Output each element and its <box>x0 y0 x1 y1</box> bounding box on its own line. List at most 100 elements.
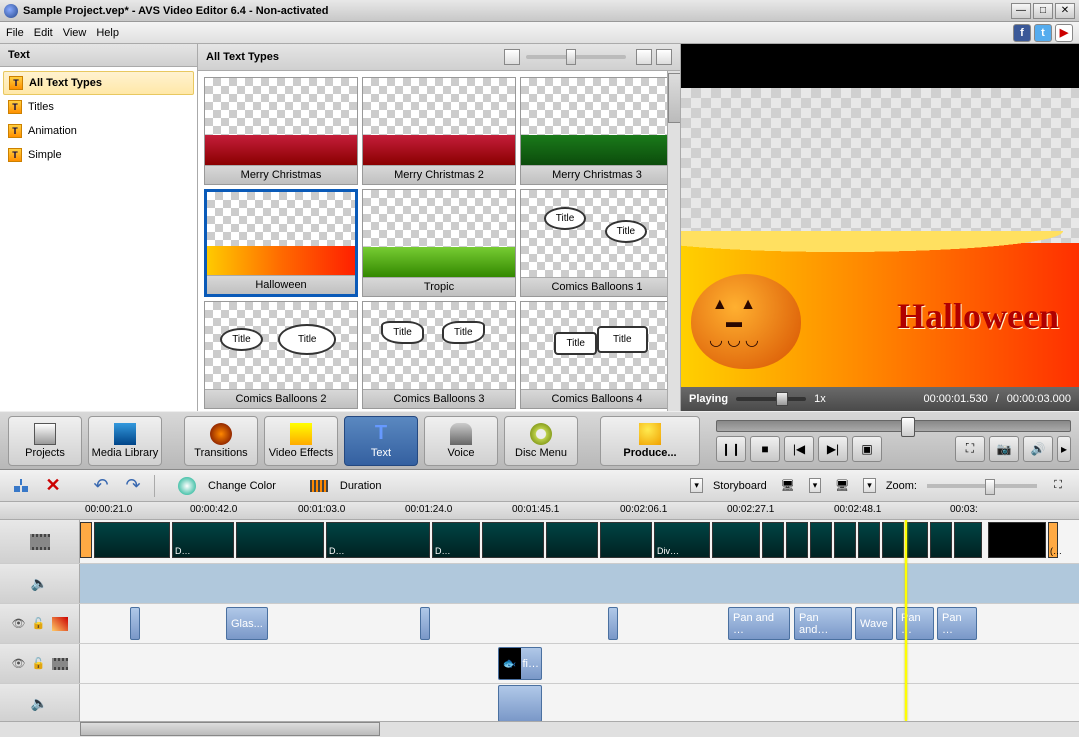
thumb-small-button[interactable] <box>504 49 520 65</box>
media-library-button[interactable]: Media Library <box>88 416 162 466</box>
pumpkin-icon <box>691 274 801 369</box>
fit-button[interactable]: ⛶ <box>1047 475 1069 497</box>
view-mode-dropdown[interactable]: ▾ <box>690 478 703 493</box>
category-simple[interactable]: TSimple <box>0 143 197 167</box>
voice-button[interactable]: Voice <box>424 416 498 466</box>
change-color-label[interactable]: Change Color <box>208 480 276 492</box>
overlay-icon <box>52 658 68 670</box>
zoom-slider[interactable] <box>927 484 1037 488</box>
volume-menu-button[interactable]: ▸ <box>1057 436 1071 462</box>
minimize-button[interactable]: — <box>1011 3 1031 19</box>
preview-device-dropdown[interactable]: ▾ <box>809 478 822 493</box>
transitions-button[interactable]: Transitions <box>184 416 258 466</box>
thumb-tropic[interactable]: Tropic <box>362 189 516 297</box>
mute-button[interactable]: 🔊 <box>1023 436 1053 462</box>
category-animation[interactable]: TAnimation <box>0 119 197 143</box>
lock-icon[interactable]: 🔓 <box>32 617 46 631</box>
thumb-comics-3[interactable]: TitleTitleComics Balloons 3 <box>362 301 516 409</box>
thumb-list-button[interactable] <box>656 49 672 65</box>
thumb-comics-4[interactable]: TitleTitle Comics Balloons 4 <box>520 301 674 409</box>
fullscreen-button[interactable]: ⛶ <box>955 436 985 462</box>
facebook-icon[interactable]: f <box>1013 24 1031 42</box>
category-label: Simple <box>28 149 62 161</box>
menu-file[interactable]: File <box>6 27 24 39</box>
duration-label[interactable]: Duration <box>340 480 382 492</box>
mark-button[interactable]: ▣ <box>852 436 882 462</box>
speaker-icon: 🔈 <box>31 695 48 712</box>
split-button[interactable] <box>10 475 32 497</box>
thumb-label: Comics Balloons 1 <box>521 277 673 296</box>
eye-icon[interactable]: 👁 <box>12 617 26 631</box>
preview-panel: Halloween Playing 1x 00:00:01.530 / 00:0… <box>681 44 1079 411</box>
thumb-comics-2[interactable]: TitleTitleComics Balloons 2 <box>204 301 358 409</box>
twitter-icon[interactable]: t <box>1034 24 1052 42</box>
titlebar: Sample Project.vep* - AVS Video Editor 6… <box>0 0 1079 22</box>
category-label: Titles <box>28 101 54 113</box>
monitor-button[interactable]: 🖥 <box>831 475 853 497</box>
preview-speed-slider[interactable] <box>736 397 806 401</box>
bubble-icon: Title <box>597 326 648 353</box>
thumb-zoom-slider[interactable] <box>526 55 626 59</box>
preview-device-button[interactable]: 🖥 <box>777 475 799 497</box>
preview-overlay-text: Halloween <box>897 295 1059 337</box>
prev-button[interactable]: |◀ <box>784 436 814 462</box>
thumb-halloween[interactable]: Halloween <box>204 189 358 297</box>
bubble-icon: Title <box>278 324 337 355</box>
seek-slider[interactable] <box>716 420 1071 432</box>
projects-button[interactable]: Projects <box>8 416 82 466</box>
video-track: D… D… D… Div… (… <box>0 520 1079 564</box>
text-button[interactable]: TText <box>344 416 418 466</box>
thumb-comics-1[interactable]: TitleTitleComics Balloons 1 <box>520 189 674 297</box>
menu-edit[interactable]: Edit <box>34 27 53 39</box>
youtube-icon[interactable]: ▶ <box>1055 24 1073 42</box>
audio-track: 🔈 <box>0 564 1079 604</box>
speaker-icon: 🔈 <box>31 575 48 592</box>
preview-letterbox <box>681 44 1079 88</box>
produce-button[interactable]: Produce... <box>600 416 700 466</box>
effects-track-body[interactable]: Glas... Pan and … Pan and… Wave Pan … Pa… <box>80 604 1079 643</box>
video-track-body[interactable]: D… D… D… Div… (… <box>80 520 1079 563</box>
thumb-merry-christmas-2[interactable]: Merry Christmas 2 <box>362 77 516 185</box>
undo-button[interactable]: ↶ <box>90 475 112 497</box>
library-panel: All Text Types Merry Christmas Merry Chr… <box>198 44 681 411</box>
thumb-merry-christmas[interactable]: Merry Christmas <box>204 77 358 185</box>
audio-track-body[interactable] <box>80 564 1079 603</box>
thumb-merry-christmas-3[interactable]: Merry Christmas 3 <box>520 77 674 185</box>
produce-icon <box>639 423 661 445</box>
overlay-track-body[interactable]: 🐟fi… <box>80 644 1079 683</box>
close-button[interactable]: ✕ <box>1055 3 1075 19</box>
delete-button[interactable]: ✕ <box>42 475 64 497</box>
thumb-label: Tropic <box>363 277 515 296</box>
category-titles[interactable]: T Titles <box>0 95 197 119</box>
overlay-audio-body[interactable] <box>80 684 1079 721</box>
menu-view[interactable]: View <box>63 27 87 39</box>
disc-menu-button[interactable]: Disc Menu <box>504 416 578 466</box>
preview-display[interactable]: Halloween <box>681 88 1079 387</box>
video-effects-button[interactable]: Video Effects <box>264 416 338 466</box>
stop-button[interactable]: ■ <box>750 436 780 462</box>
timeline-scrollbar[interactable] <box>0 721 1079 737</box>
duration-button[interactable] <box>308 475 330 497</box>
main-toolbar: Projects Media Library Transitions Video… <box>0 411 1079 470</box>
maximize-button[interactable]: □ <box>1033 3 1053 19</box>
change-color-button[interactable] <box>176 475 198 497</box>
snapshot-button[interactable]: 📷 <box>989 436 1019 462</box>
redo-button[interactable]: ↷ <box>122 475 144 497</box>
library-scrollbar[interactable] <box>667 71 680 411</box>
lock-icon[interactable]: 🔓 <box>32 657 46 671</box>
category-all-text-types[interactable]: TAll Text Types <box>3 71 194 95</box>
next-button[interactable]: ▶| <box>818 436 848 462</box>
thumb-large-button[interactable] <box>636 49 652 65</box>
thumb-label: Comics Balloons 4 <box>521 389 673 408</box>
playhead[interactable] <box>905 520 907 721</box>
monitor-dropdown[interactable]: ▾ <box>863 478 876 493</box>
eye-icon[interactable]: 👁 <box>12 657 26 671</box>
menu-help[interactable]: Help <box>96 27 119 39</box>
timeline-ruler[interactable]: 00:00:21.0 00:00:42.0 00:01:03.0 00:01:2… <box>0 502 1079 520</box>
pause-button[interactable]: ❙❙ <box>716 436 746 462</box>
bubble-icon: Title <box>554 332 597 355</box>
text-icon: T <box>8 100 22 114</box>
storyboard-label[interactable]: Storyboard <box>713 480 767 492</box>
bubble-icon: Title <box>381 321 424 344</box>
timeline: 00:00:21.0 00:00:42.0 00:01:03.0 00:01:2… <box>0 502 1079 737</box>
